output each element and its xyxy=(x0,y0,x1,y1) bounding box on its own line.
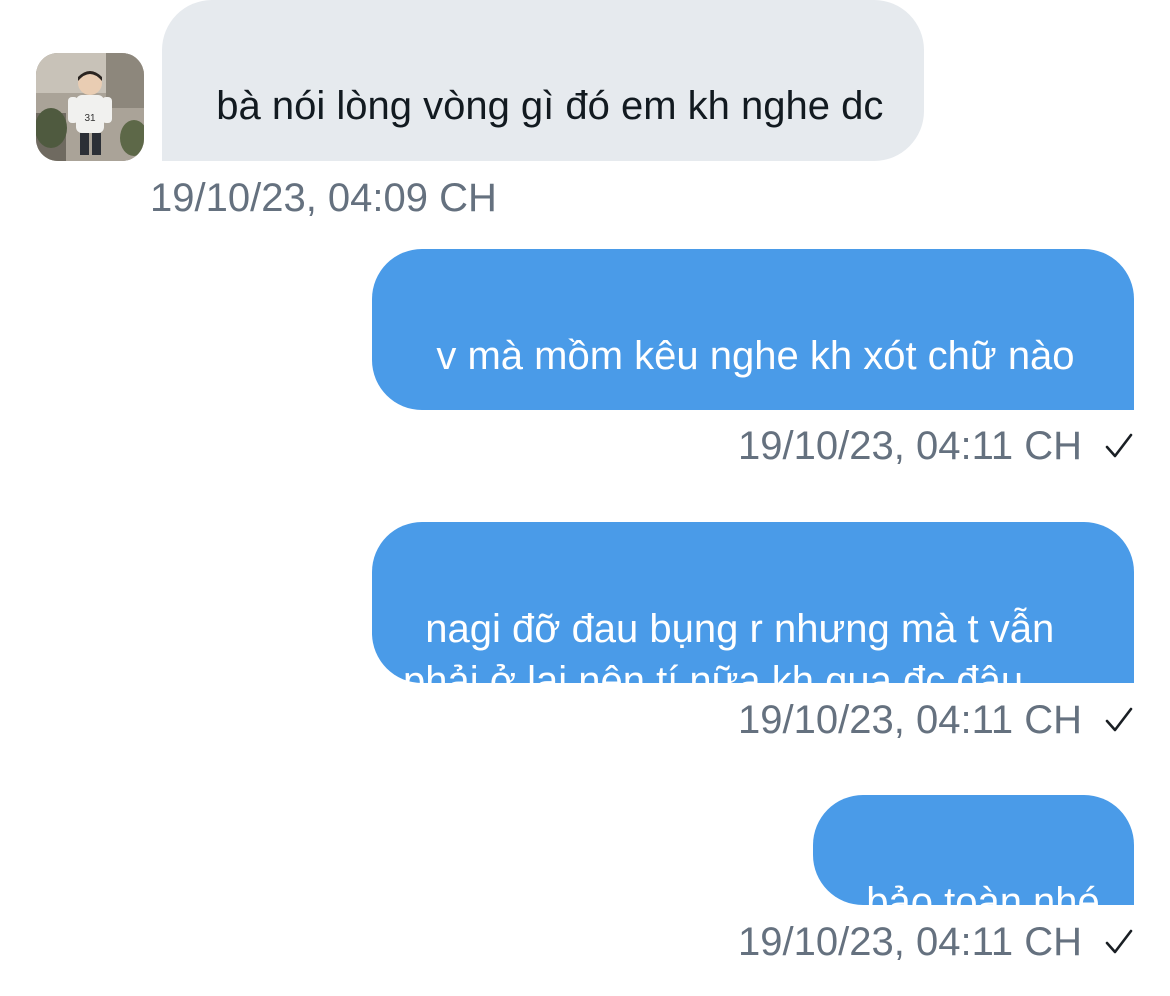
timestamp-text: 19/10/23, 04:09 CH xyxy=(150,176,497,220)
timestamp-text: 19/10/23, 04:11 CH xyxy=(738,698,1082,742)
checkmark-icon xyxy=(1105,433,1133,458)
timestamp-text: 19/10/23, 04:11 CH xyxy=(738,424,1082,468)
message-timestamp: 19/10/23, 04:11 CH xyxy=(738,918,1134,966)
outgoing-message-bubble[interactable]: nagi đỡ đau bụng r nhưng mà t vẫn phải ở… xyxy=(372,522,1134,703)
sender-avatar[interactable]: 31 xyxy=(36,53,144,161)
checkmark-icon xyxy=(1105,929,1133,954)
message-timestamp: 19/10/23, 04:09 CH xyxy=(150,174,497,222)
svg-text:31: 31 xyxy=(84,113,96,124)
outgoing-message-bubble[interactable]: v mà mồm kêu nghe kh xót chữ nào xyxy=(372,249,1134,410)
profile-photo-avatar: 31 xyxy=(36,53,144,161)
message-timestamp: 19/10/23, 04:11 CH xyxy=(738,422,1134,470)
checkmark-icon xyxy=(1105,707,1133,732)
message-text: nagi đỡ đau bụng r nhưng mà t vẫn phải ở… xyxy=(403,607,1066,703)
message-text: v mà mồm kêu nghe kh xót chữ nào xyxy=(425,334,1075,378)
message-timestamp: 19/10/23, 04:11 CH xyxy=(738,696,1134,744)
incoming-message-bubble[interactable]: bà nói lòng vòng gì đó em kh nghe dc xyxy=(162,0,924,161)
timestamp-text: 19/10/23, 04:11 CH xyxy=(738,920,1082,964)
outgoing-message-bubble[interactable]: bảo toàn nhé xyxy=(813,795,1134,924)
message-text: bà nói lòng vòng gì đó em kh nghe dc xyxy=(216,84,884,128)
